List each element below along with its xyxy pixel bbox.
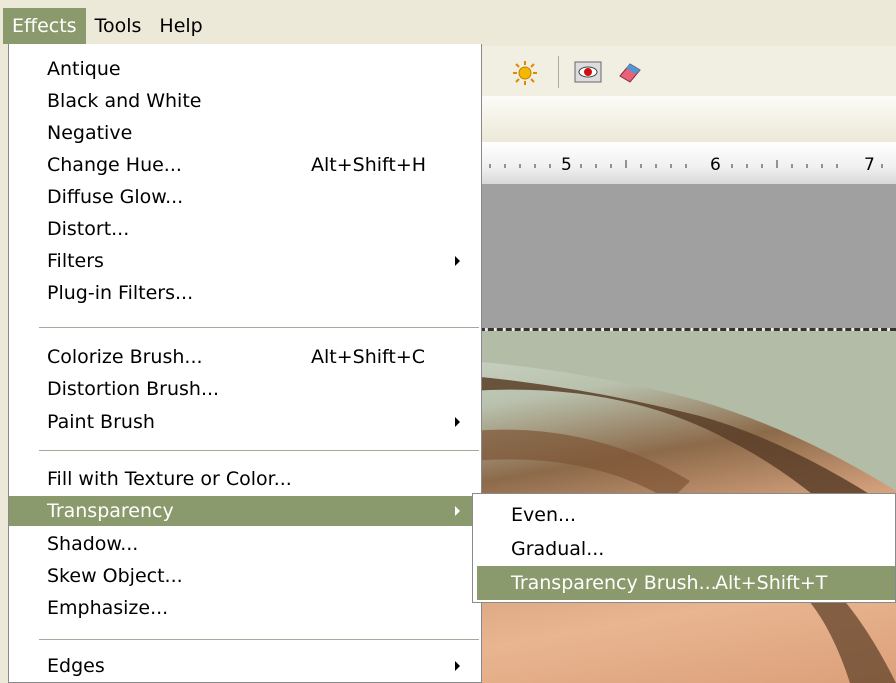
submenu-item-shortcut: Alt+Shift+T xyxy=(715,572,828,594)
menu-item-label: Filters xyxy=(47,250,104,272)
toolbar xyxy=(470,46,896,96)
menu-item-antique[interactable]: Antique xyxy=(9,54,481,84)
menu-item-shadow[interactable]: Shadow... xyxy=(9,529,481,559)
canvas-background xyxy=(470,184,896,328)
menu-item-change-hue[interactable]: Change Hue... Alt+Shift+H xyxy=(9,150,481,180)
menu-separator xyxy=(39,327,479,328)
ruler-label: 5 xyxy=(561,155,572,175)
menu-item-shortcut: Alt+Shift+H xyxy=(311,154,427,176)
ruler-label: 7 xyxy=(864,155,875,175)
submenu-item-label: Even... xyxy=(511,504,577,526)
menu-item-label: Distortion Brush... xyxy=(47,378,220,400)
menu-item-label: Distort... xyxy=(47,218,130,240)
menu-item-label: Edges xyxy=(47,655,105,677)
menu-item-filters[interactable]: Filters xyxy=(9,246,481,276)
document-tab-strip xyxy=(470,96,896,143)
menu-item-label: Antique xyxy=(47,58,121,80)
menu-item-emphasize[interactable]: Emphasize... xyxy=(9,593,481,623)
menu-item-label: Black and White xyxy=(47,90,202,112)
menu-item-label: Transparency xyxy=(47,500,174,522)
menu-item-diffuse-glow[interactable]: Diffuse Glow... xyxy=(9,182,481,212)
menu-item-label: Change Hue... xyxy=(47,154,182,176)
menu-separator xyxy=(39,639,479,640)
effects-menu: Antique Black and White Negative Change … xyxy=(8,44,482,683)
toolbar-separator xyxy=(558,56,559,88)
submenu-item-even[interactable]: Even... xyxy=(477,498,895,532)
menu-item-negative[interactable]: Negative xyxy=(9,118,481,148)
menu-item-colorize-brush[interactable]: Colorize Brush... Alt+Shift+C xyxy=(9,342,481,372)
menu-item-label: Negative xyxy=(47,122,133,144)
menu-item-plug-in-filters[interactable]: Plug-in Filters... xyxy=(9,278,481,308)
menu-bar: Effects Tools Help xyxy=(0,0,896,44)
submenu-arrow-icon xyxy=(455,256,460,266)
sun-icon[interactable] xyxy=(510,60,538,85)
ruler-label: 6 xyxy=(710,155,721,175)
submenu-item-transparency-brush[interactable]: Transparency Brush... Alt+Shift+T xyxy=(477,566,895,600)
menu-item-skew-object[interactable]: Skew Object... xyxy=(9,561,481,591)
menu-item-fill-with-texture[interactable]: Fill with Texture or Color... xyxy=(9,464,481,494)
menu-item-paint-brush[interactable]: Paint Brush xyxy=(9,407,481,437)
submenu-item-gradual[interactable]: Gradual... xyxy=(477,532,895,566)
menu-effects[interactable]: Effects xyxy=(3,8,86,44)
submenu-arrow-icon xyxy=(455,417,460,427)
menu-item-transparency[interactable]: Transparency xyxy=(9,496,481,526)
menu-item-label: Shadow... xyxy=(47,533,139,555)
red-eye-icon[interactable] xyxy=(574,60,602,84)
menu-item-label: Skew Object... xyxy=(47,565,183,587)
menu-item-label: Plug-in Filters... xyxy=(47,282,194,304)
menu-item-black-and-white[interactable]: Black and White xyxy=(9,86,481,116)
eraser-icon[interactable] xyxy=(616,60,644,84)
horizontal-ruler: 5 6 7 xyxy=(470,142,896,184)
menu-item-label: Fill with Texture or Color... xyxy=(47,468,292,490)
menu-item-edges[interactable]: Edges xyxy=(9,651,481,681)
menu-item-distortion-brush[interactable]: Distortion Brush... xyxy=(9,374,481,404)
menu-separator xyxy=(39,450,479,451)
transparency-submenu: Even... Gradual... Transparency Brush...… xyxy=(472,493,896,603)
submenu-item-label: Transparency Brush... xyxy=(511,572,717,594)
menu-tools[interactable]: Tools xyxy=(86,8,151,44)
menu-item-distort[interactable]: Distort... xyxy=(9,214,481,244)
submenu-arrow-icon xyxy=(455,506,460,516)
menu-help[interactable]: Help xyxy=(150,8,211,44)
menu-item-label: Diffuse Glow... xyxy=(47,186,184,208)
menu-item-label: Emphasize... xyxy=(47,597,169,619)
submenu-arrow-icon xyxy=(455,661,460,671)
submenu-item-label: Gradual... xyxy=(511,538,605,560)
menu-item-shortcut: Alt+Shift+C xyxy=(311,346,426,368)
menu-item-label: Paint Brush xyxy=(47,411,155,433)
menu-item-label: Colorize Brush... xyxy=(47,346,203,368)
